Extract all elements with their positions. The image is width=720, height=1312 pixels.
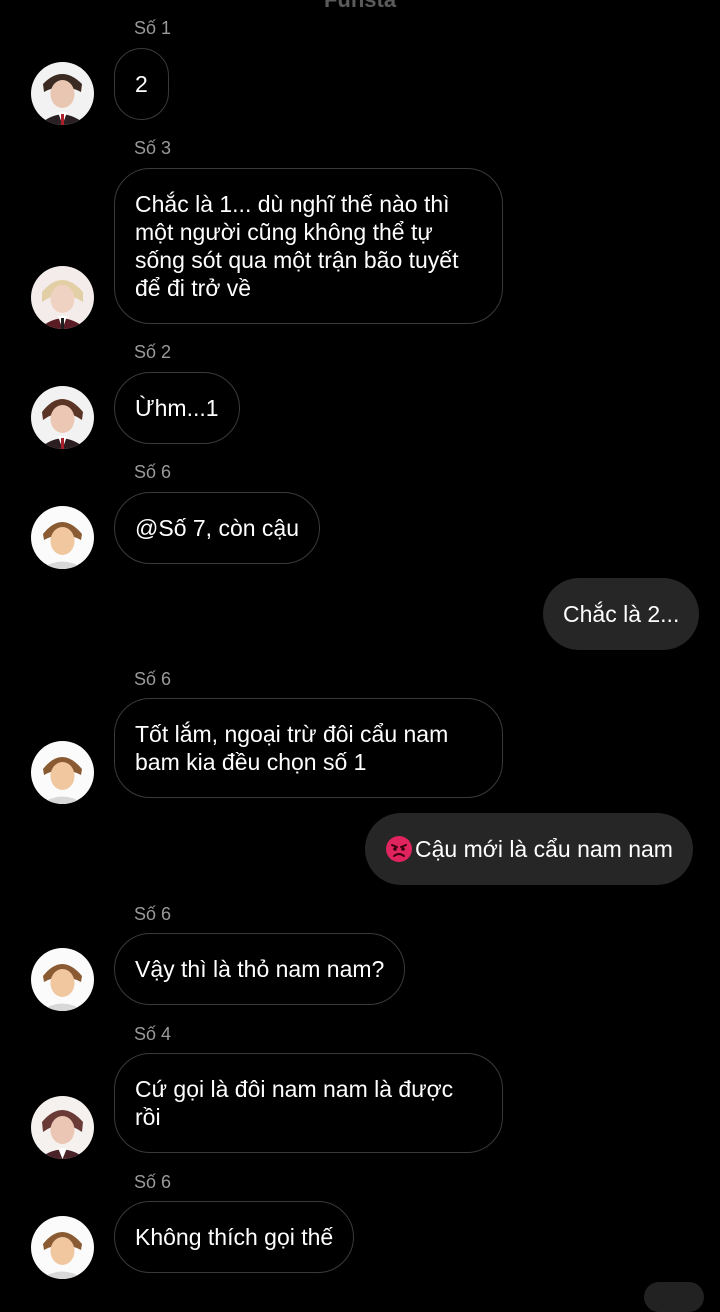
incoming-message-bubble[interactable]: Vậy thì là thỏ nam nam? [114,933,406,1005]
incoming-message-bubble[interactable]: Không thích gọi thế [114,1201,355,1273]
message-text: Tốt lắm, ngoại trừ đôi cẩu nam bam kia đ… [135,721,449,775]
message-text: Chắc là 2... [563,601,680,627]
avatar[interactable] [31,386,94,449]
sender-name: Số 6 [134,904,172,924]
chat-header-title: Funsta [0,0,720,11]
message-text: Cậu mới là cẩu nam nam [415,836,673,862]
message-text: Vậy thì là thỏ nam nam? [135,956,385,982]
message-text: Ừhm...1 [135,395,219,421]
incoming-message-bubble[interactable]: Ừhm...1 [114,372,240,444]
avatar[interactable] [31,62,94,125]
sender-name: Số 6 [134,1172,172,1192]
message-text: Chắc là 1... dù nghĩ thế nào thì một ngư… [135,191,459,301]
incoming-message-bubble[interactable]: Cứ gọi là đôi nam nam là được rồi [114,1053,503,1153]
message-text: 2 [135,71,148,97]
avatar[interactable] [31,1216,94,1279]
outgoing-message-bubble[interactable]: Chắc là 2... [543,578,700,650]
message-text: @Số 7, còn cậu [135,515,299,541]
incoming-message-bubble[interactable]: @Số 7, còn cậu [114,492,320,564]
sender-name: Số 4 [134,1024,172,1044]
avatar[interactable] [31,948,94,1011]
incoming-message-bubble[interactable]: Tốt lắm, ngoại trừ đôi cẩu nam bam kia đ… [114,698,503,798]
avatar[interactable] [31,266,94,329]
scroll-to-bottom-button[interactable] [644,1282,704,1312]
sender-name: Số 1 [134,18,172,38]
sender-name: Số 2 [134,342,172,362]
outgoing-message-bubble[interactable]: Cậu mới là cẩu nam nam [365,813,693,885]
avatar[interactable] [31,741,94,804]
message-text: Cứ gọi là đôi nam nam là được rồi [135,1076,454,1130]
sender-name: Số 3 [134,138,172,158]
avatar[interactable] [31,1096,94,1159]
sender-name: Số 6 [134,462,172,482]
sender-name: Số 6 [134,669,172,689]
incoming-message-bubble[interactable]: 2 [114,48,169,120]
avatar[interactable] [31,506,94,569]
message-text: Không thích gọi thế [135,1224,334,1250]
incoming-message-bubble[interactable]: Chắc là 1... dù nghĩ thế nào thì một ngư… [114,168,503,324]
angry-face-icon [385,835,413,863]
